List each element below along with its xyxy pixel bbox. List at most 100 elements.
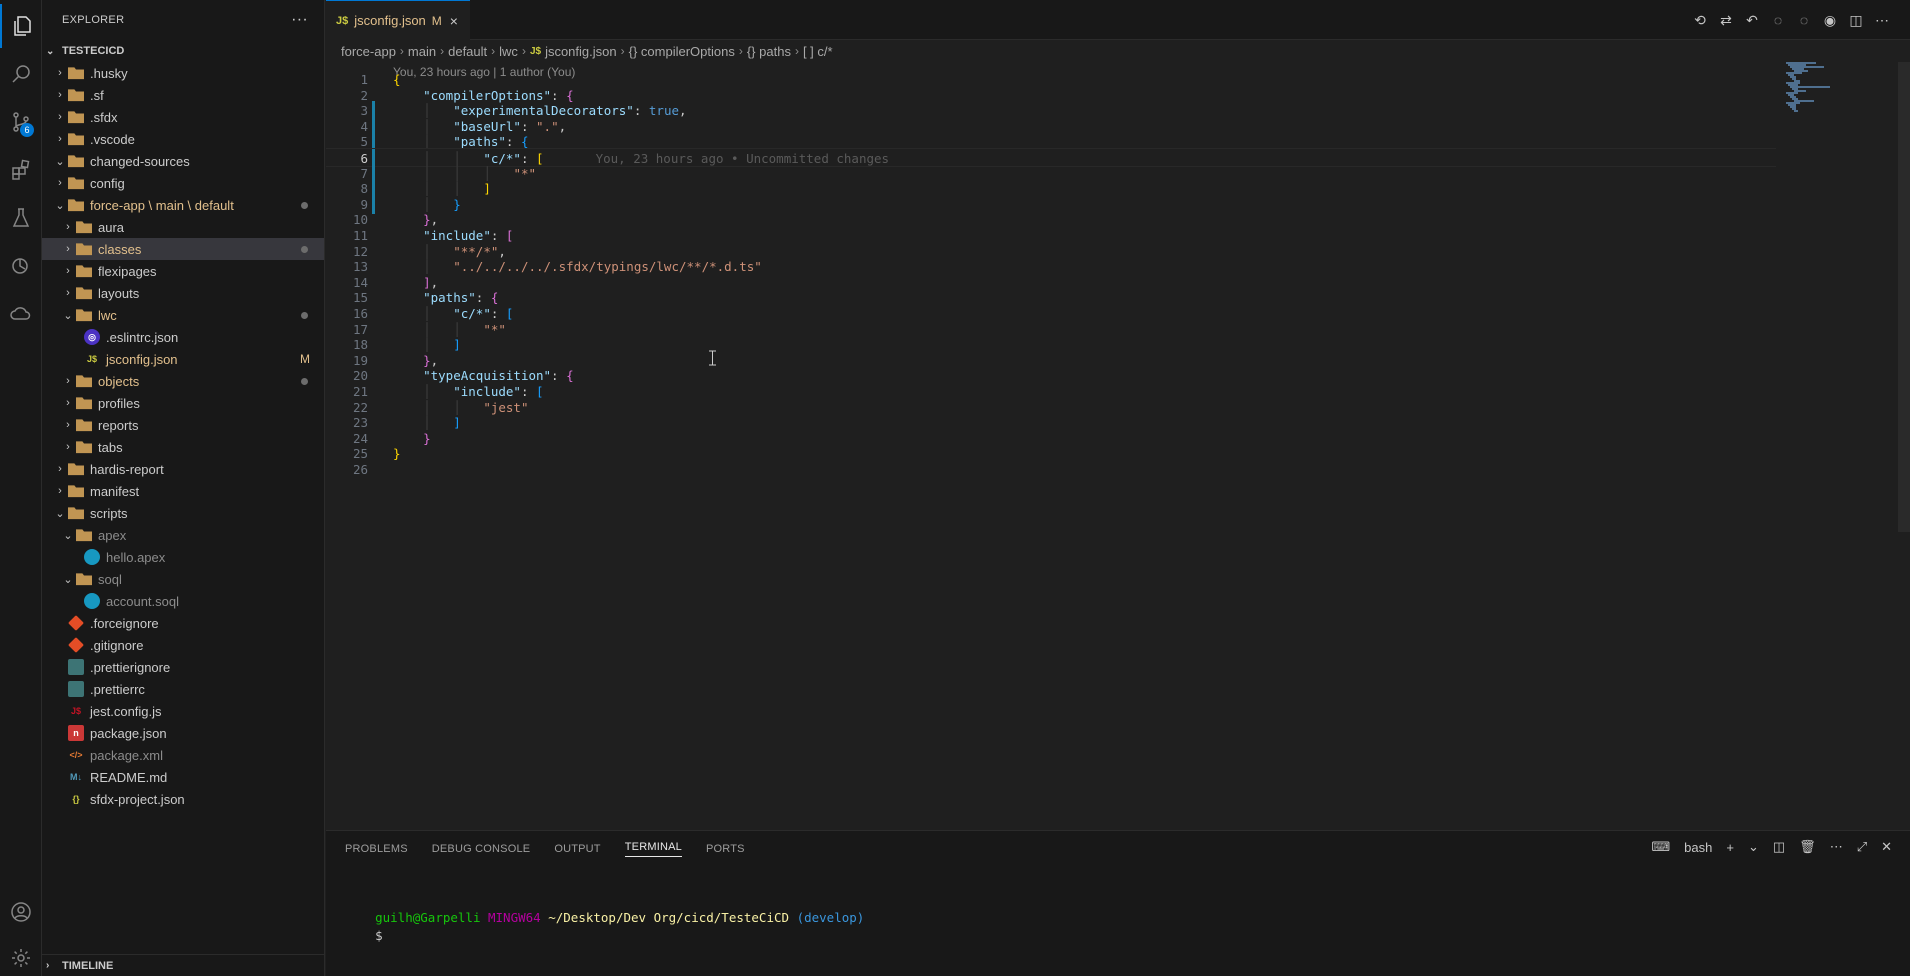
terminal-shell-label[interactable]: bash (1684, 840, 1712, 855)
code-editor[interactable]: You, 23 hours ago | 1 author (You) 1{2 "… (326, 62, 1910, 830)
tree-item[interactable]: J$ jest.config.js (42, 700, 324, 722)
breadcrumb-item[interactable]: {} paths (747, 44, 791, 59)
tree-item[interactable]: › aura (42, 216, 324, 238)
search-icon[interactable] (0, 52, 42, 96)
tree-item[interactable]: › .husky (42, 62, 324, 84)
js-file-icon: J$ (336, 14, 349, 27)
tree-item[interactable]: › layouts (42, 282, 324, 304)
tree-item[interactable]: › .sf (42, 84, 324, 106)
folder-icon (76, 419, 92, 432)
tree-item[interactable]: › .vscode (42, 128, 324, 150)
breadcrumb-item[interactable]: default (448, 44, 487, 59)
workspace-root[interactable]: ⌄ TESTECICD (42, 40, 324, 62)
extensions-icon[interactable] (0, 148, 42, 192)
tree-item-label: tabs (98, 439, 123, 455)
minimap-line (1794, 110, 1798, 112)
breadcrumb-item[interactable]: main (408, 44, 436, 59)
layout-folder-icon (76, 287, 92, 300)
code-line[interactable]: 26 (326, 460, 1776, 479)
more-actions-icon[interactable]: ⋯ (1874, 10, 1890, 30)
new-terminal-icon[interactable]: + (1726, 840, 1734, 855)
tree-item-label: apex (98, 527, 127, 543)
tree-item[interactable]: .gitignore (42, 634, 324, 656)
source-control-icon[interactable]: 6 (0, 100, 42, 144)
modified-dot (301, 201, 308, 209)
tree-item[interactable]: ⌄ force-app \ main \ default (42, 194, 324, 216)
previous-change-icon[interactable]: ◌ (1770, 10, 1786, 30)
panel-tab-terminal[interactable]: TERMINAL (624, 841, 682, 857)
maximize-panel-icon[interactable]: ⤢ (1857, 839, 1867, 855)
go-back-icon[interactable]: ↶ (1744, 10, 1760, 30)
tree-item[interactable]: › config (42, 172, 324, 194)
tree-item[interactable]: .prettierrc (42, 678, 324, 700)
tree-item[interactable]: › classes (42, 238, 324, 260)
account-icon[interactable] (0, 890, 42, 934)
chevron-right-icon: › (58, 89, 62, 101)
beaker-icon[interactable] (0, 196, 42, 240)
breadcrumb-item[interactable]: [ ] c/* (803, 44, 833, 59)
tree-item[interactable]: › reports (42, 414, 324, 436)
split-terminal-icon[interactable]: ◫ (1773, 839, 1785, 855)
explorer-icon[interactable] (0, 4, 42, 48)
more-actions-icon[interactable]: ··· (291, 11, 308, 29)
tree-item[interactable]: › flexipages (42, 260, 324, 282)
breadcrumb-item[interactable]: lwc (499, 44, 518, 59)
tree-item[interactable]: › tabs (42, 436, 324, 458)
tree-item[interactable]: ◎ .eslintrc.json (42, 326, 324, 348)
next-change-icon[interactable]: ◌ (1796, 10, 1812, 30)
terminal-prompt-line[interactable]: guilh@Garpelli MINGW64 ~/Desktop/Dev Org… (345, 895, 864, 940)
tree-item-label: .gitignore (90, 637, 144, 653)
tab-jsconfig[interactable]: J$ jsconfig.json M × (326, 0, 470, 40)
tab-label: jsconfig.json (354, 13, 426, 28)
panel-actions: ⌨ bash + ⌄ ◫ 🗑 ⋯ ⤢ ✕ (1651, 839, 1892, 855)
tree-item[interactable]: M↓ README.md (42, 766, 324, 788)
tree-item[interactable]: › hardis-report (42, 458, 324, 480)
compare-changes-icon[interactable]: ⇄ (1718, 10, 1734, 30)
tree-item-label: jsconfig.json (106, 351, 178, 367)
gitlens-icon[interactable]: ◉ (1822, 10, 1838, 30)
tree-item[interactable]: hello.apex (42, 546, 324, 568)
tree-item[interactable]: n package.json (42, 722, 324, 744)
terminal-input-line[interactable]: $ (345, 913, 383, 958)
close-icon[interactable]: × (450, 13, 458, 29)
breadcrumb-item[interactable]: {} compilerOptions (629, 44, 735, 59)
tree-item[interactable]: ⌄ soql (42, 568, 324, 590)
breadcrumb-item[interactable]: jsconfig.json (545, 44, 617, 59)
tree-item[interactable]: ⌄ changed-sources (42, 150, 324, 172)
tree-item[interactable]: .prettierignore (42, 656, 324, 678)
activity-bar: 6 (0, 0, 42, 976)
tree-item[interactable]: › objects (42, 370, 324, 392)
panel-tab-debug-console[interactable]: DEBUG CONSOLE (432, 843, 531, 855)
tree-item[interactable]: J$ jsconfig.json M (42, 348, 324, 370)
tree-item[interactable]: › .sfdx (42, 106, 324, 128)
husky-folder-icon (68, 67, 84, 80)
cloud-icon[interactable] (0, 292, 42, 336)
breadcrumb-item[interactable]: force-app (341, 44, 396, 59)
tree-item[interactable]: account.soql (42, 590, 324, 612)
gear-icon[interactable] (0, 936, 42, 976)
tree-item[interactable]: ⌄ scripts (42, 502, 324, 524)
chevron-down-icon[interactable]: ⌄ (1748, 839, 1759, 855)
trash-icon[interactable]: 🗑 (1799, 839, 1816, 855)
minimap[interactable] (1780, 62, 1880, 122)
terminal-branch: (develop) (796, 910, 865, 925)
editor-scrollbar[interactable] (1898, 62, 1910, 532)
split-editor-icon[interactable]: ◫ (1848, 10, 1864, 30)
tree-item[interactable]: › manifest (42, 480, 324, 502)
tree-item-label: account.soql (106, 593, 179, 609)
more-actions-icon[interactable]: ⋯ (1830, 839, 1843, 855)
tree-item-label: flexipages (98, 263, 157, 279)
tree-item[interactable]: › profiles (42, 392, 324, 414)
org-browser-icon[interactable] (0, 244, 42, 288)
panel-tab-ports[interactable]: PORTS (706, 843, 745, 855)
timeline-section[interactable]: › TIMELINE (42, 954, 325, 976)
tree-item[interactable]: ⌄ lwc (42, 304, 324, 326)
panel-tab-problems[interactable]: PROBLEMS (345, 843, 408, 855)
tree-item[interactable]: .forceignore (42, 612, 324, 634)
close-icon[interactable]: ✕ (1881, 839, 1892, 855)
history-icon[interactable]: ⟲ (1692, 10, 1708, 30)
panel-tab-output[interactable]: OUTPUT (554, 843, 600, 855)
tree-item[interactable]: {} sfdx-project.json (42, 788, 324, 810)
tree-item[interactable]: </> package.xml (42, 744, 324, 766)
tree-item[interactable]: ⌄ apex (42, 524, 324, 546)
